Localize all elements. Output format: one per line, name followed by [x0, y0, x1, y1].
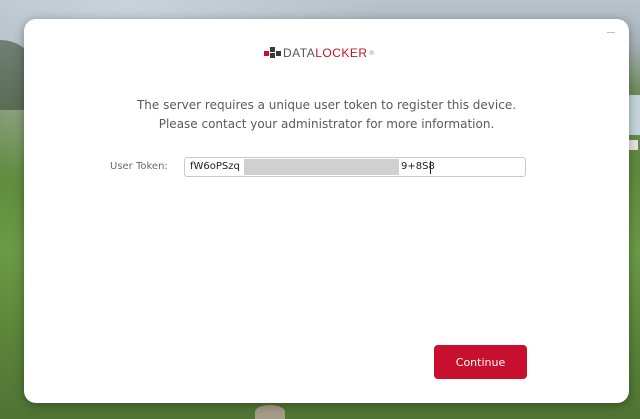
token-registration-dialog: DataLocker ® The server requires a uniqu… [24, 19, 629, 403]
logo-text-data: Data [283, 46, 316, 60]
continue-button[interactable]: Continue [434, 345, 527, 379]
logo-text: DataLocker [283, 46, 368, 60]
user-token-row: User Token: fW6oPSzq 9+8S8 [110, 157, 528, 179]
text-caret [430, 161, 431, 174]
user-token-label: User Token: [110, 161, 168, 172]
user-token-input[interactable]: fW6oPSzq 9+8S8 [184, 157, 526, 177]
token-value-start: fW6oPSzq [190, 161, 240, 172]
token-redacted-region [244, 159, 399, 175]
datalocker-logo: DataLocker ® [264, 45, 375, 61]
info-message: The server requires a unique user token … [24, 96, 629, 134]
background-path [255, 405, 285, 419]
logo-mark-icon [264, 47, 282, 59]
desktop-background: DataLocker ® The server requires a uniqu… [0, 0, 640, 419]
registered-mark: ® [368, 49, 375, 57]
info-message-line-1: The server requires a unique user token … [136, 98, 517, 112]
minimize-icon[interactable] [607, 32, 615, 33]
logo-text-locker: Locker [315, 46, 368, 60]
info-message-line-2: Please contact your administrator for mo… [158, 117, 495, 131]
